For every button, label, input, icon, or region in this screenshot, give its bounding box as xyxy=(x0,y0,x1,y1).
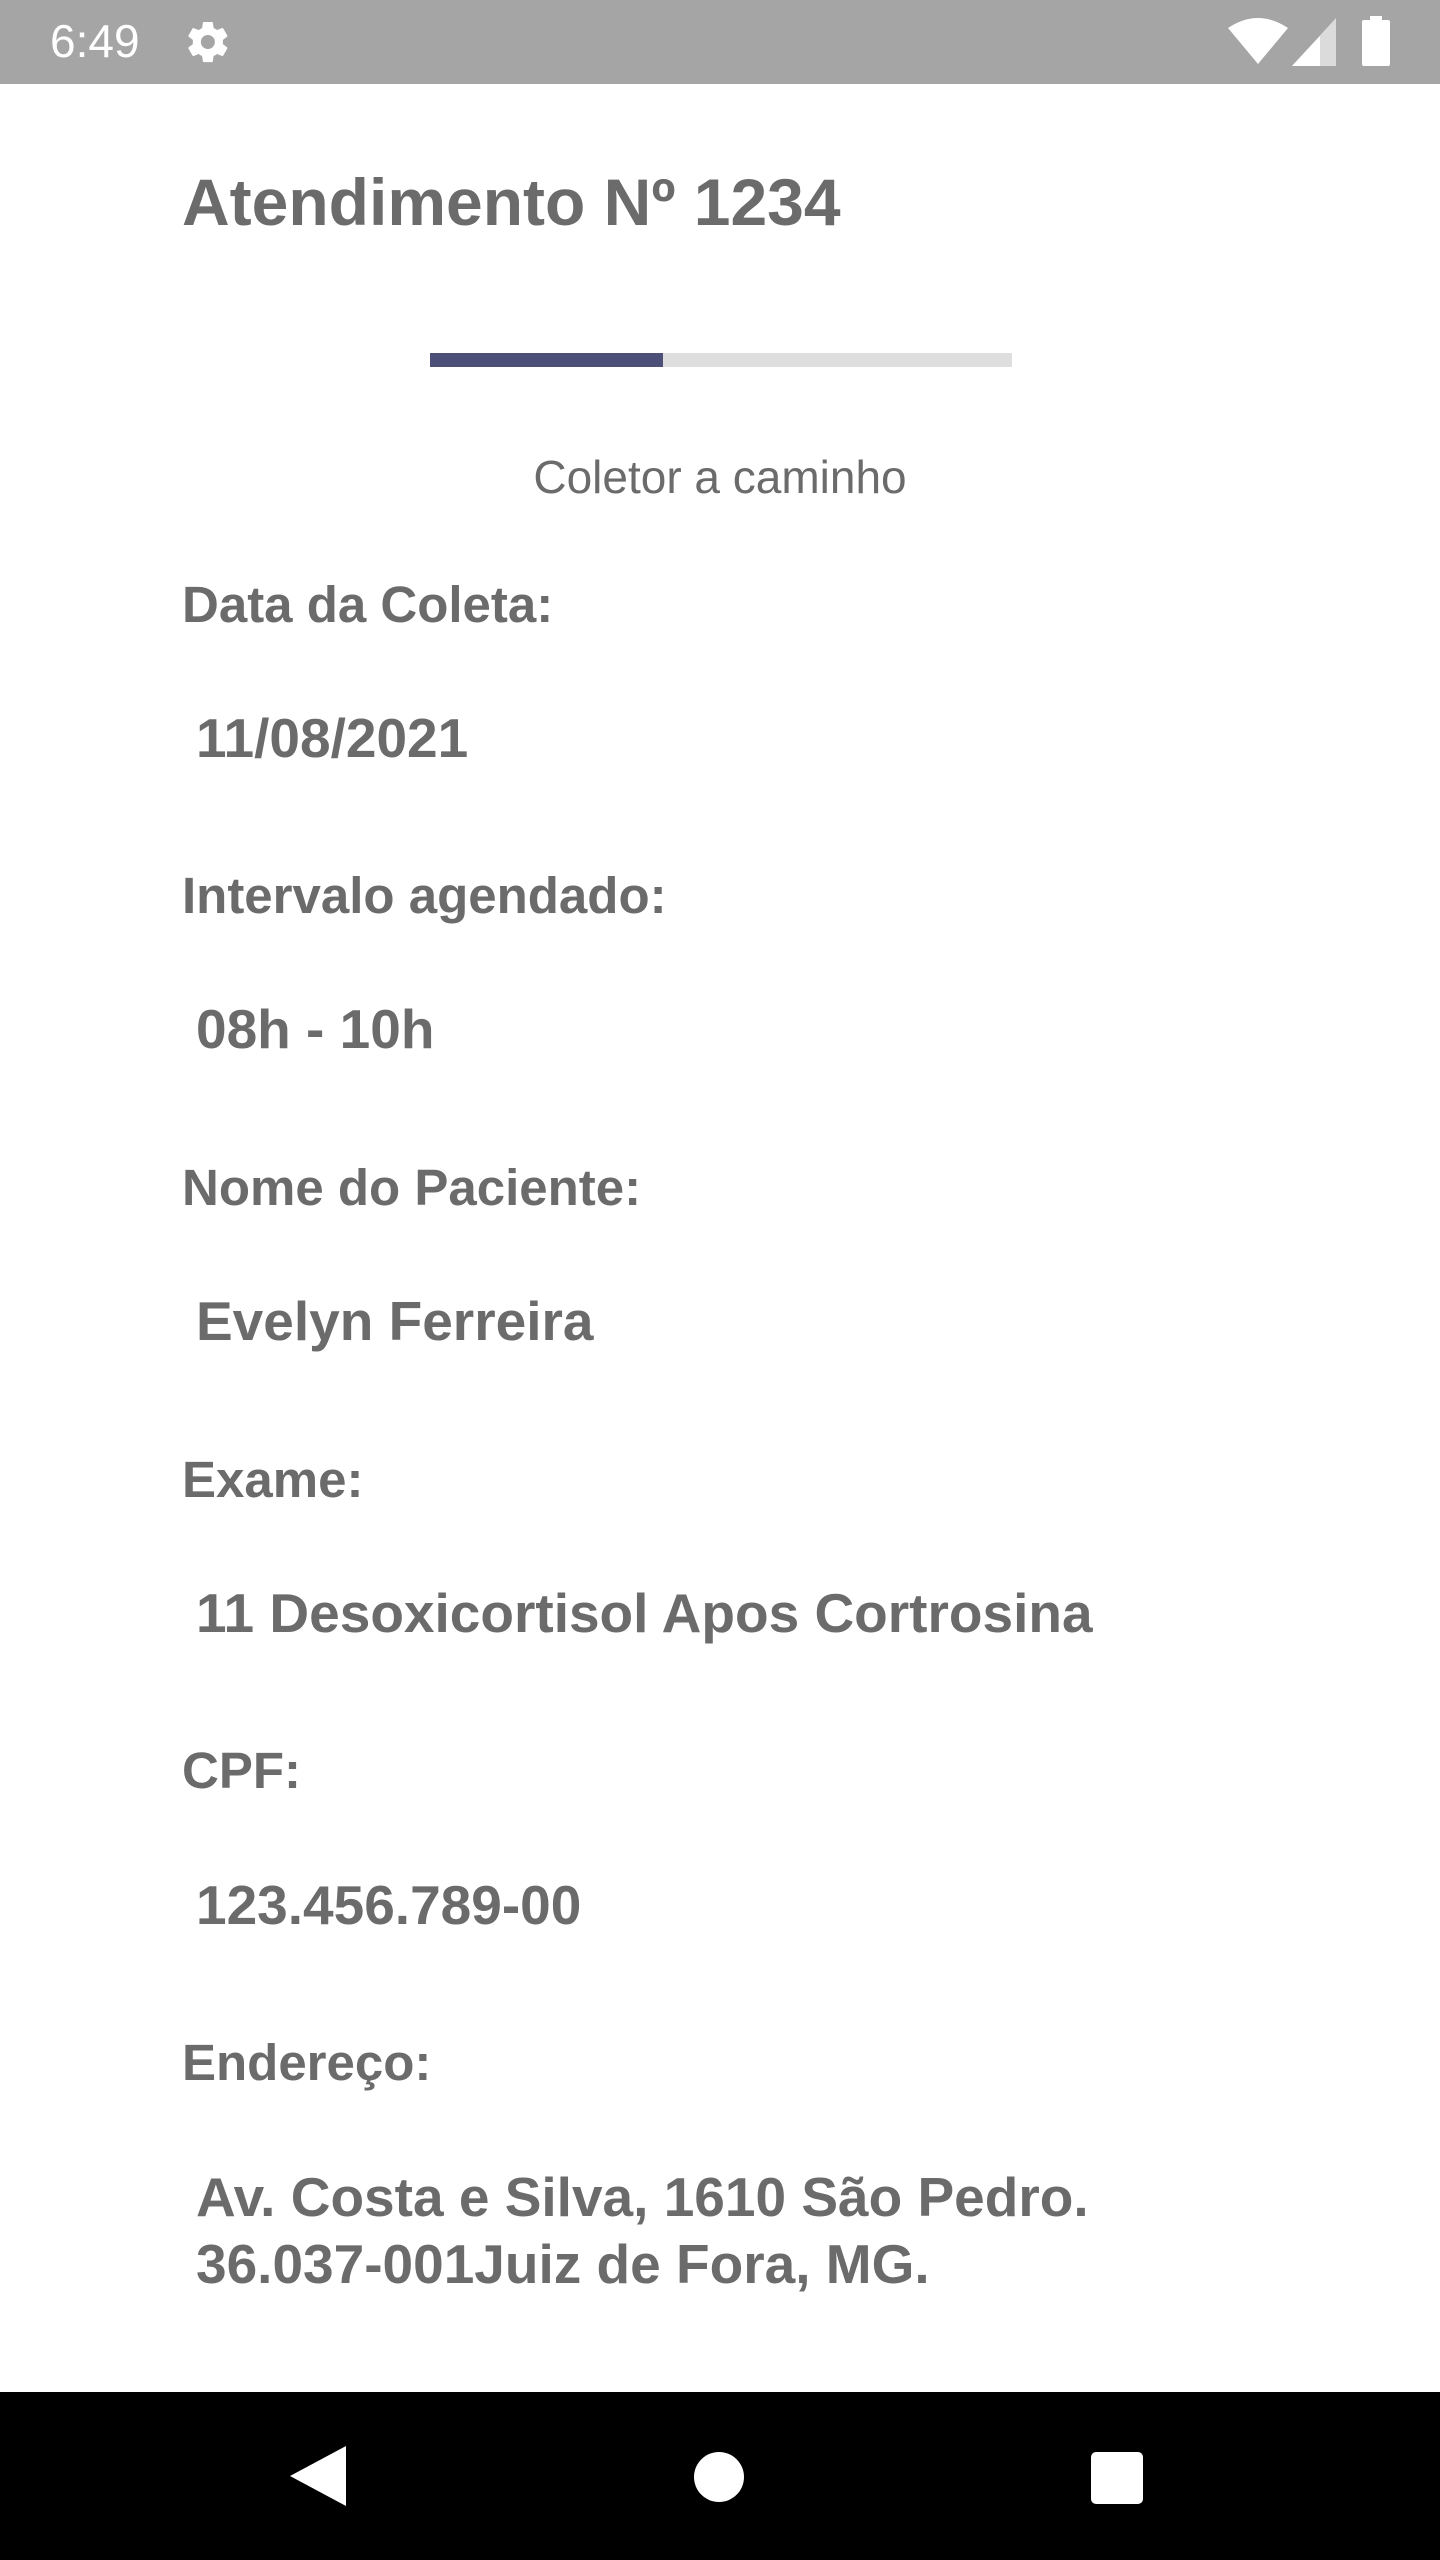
gear-icon xyxy=(188,21,228,63)
battery-icon xyxy=(1362,16,1390,66)
back-icon[interactable] xyxy=(290,2446,346,2506)
progress-bar-fill xyxy=(430,353,663,367)
page-title: Atendimento Nº 1234 xyxy=(182,165,841,239)
collection-date-label: Data da Coleta: xyxy=(182,576,554,633)
progress-bar xyxy=(430,353,1012,367)
wifi-icon xyxy=(1228,18,1288,64)
cpf-value: 123.456.789-00 xyxy=(196,1874,582,1936)
status-bar: 6:49 xyxy=(0,0,1440,84)
patient-name-label: Nome do Paciente: xyxy=(182,1159,642,1216)
screen: 6:49 Atendimento Nº 1234 Coletor a camin… xyxy=(0,0,1440,2560)
recents-icon[interactable] xyxy=(1091,2452,1143,2504)
exam-value: 11 Desoxicortisol Apos Cortrosina xyxy=(196,1582,1093,1644)
progress-status-label: Coletor a caminho xyxy=(533,451,907,503)
collection-date-value: 11/08/2021 xyxy=(196,707,469,769)
address-label: Endereço: xyxy=(182,2034,432,2091)
scheduled-interval-value: 08h - 10h xyxy=(196,998,435,1060)
cpf-label: CPF: xyxy=(182,1742,301,1799)
exam-label: Exame: xyxy=(182,1451,364,1508)
patient-name-value: Evelyn Ferreira xyxy=(196,1290,594,1352)
address-line-2: 36.037-001Juiz de Fora, MG. xyxy=(196,2233,930,2295)
navigation-bar xyxy=(0,2392,1440,2560)
address-line-1: Av. Costa e Silva, 1610 São Pedro. xyxy=(196,2166,1089,2228)
signal-icon xyxy=(1292,18,1336,66)
scheduled-interval-label: Intervalo agendado: xyxy=(182,867,667,924)
status-time: 6:49 xyxy=(50,15,140,67)
home-icon[interactable] xyxy=(694,2452,744,2502)
